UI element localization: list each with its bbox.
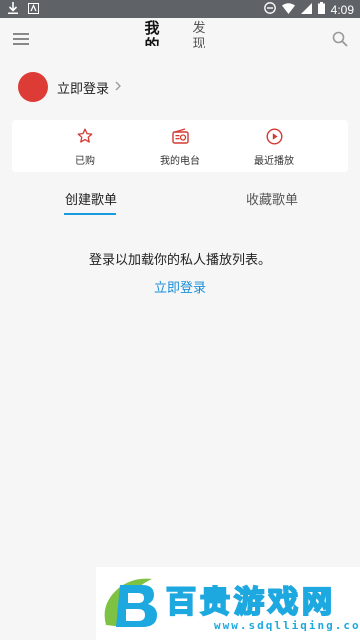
quick-label-my-radio: 我的电台 [160,156,200,167]
search-icon[interactable] [332,31,348,47]
active-tab-indicator [64,213,116,215]
quick-item-my-radio[interactable]: 我的电台 [140,128,220,167]
battery-icon [317,2,325,17]
watermark-title: 百贵游戏网 [165,584,336,621]
minus-circle-icon [263,2,276,17]
quick-access-card: 已购 我的电台 最近播放 [12,120,348,172]
login-row[interactable]: 立即登录 [18,72,121,102]
quick-label-recent: 最近播放 [254,156,294,167]
quick-label-purchased: 已购 [75,156,95,167]
signal-icon [300,2,312,17]
status-time: 4:09 [330,2,354,17]
wifi-icon [281,2,295,17]
chevron-right-icon [115,78,121,96]
tab-find[interactable]: 发现 [192,20,206,48]
status-bar: 4:09 [0,0,360,18]
watermark-logo-icon [98,573,160,640]
watermark-url: www.sdqlliqing.com [214,619,360,632]
top-header: 我的 发现 [0,18,360,64]
tab-collected-playlists[interactable]: 收藏歌单 [246,189,298,208]
watermark: 百贵游戏网 www.sdqlliqing.com [96,567,360,640]
star-icon [45,128,125,146]
tab-created-playlists[interactable]: 创建歌单 [65,189,117,208]
quick-item-purchased[interactable]: 已购 [45,128,125,167]
app-notification-icon [28,2,39,17]
login-label: 立即登录 [57,80,110,96]
tab-me[interactable]: 我的 [144,20,160,46]
menu-icon[interactable] [13,33,29,47]
quick-item-recent[interactable]: 最近播放 [234,128,314,167]
play-circle-icon [234,128,314,146]
avatar[interactable] [18,72,48,102]
radio-icon [140,128,220,146]
login-link[interactable]: 立即登录 [0,277,360,296]
download-icon [8,2,18,17]
empty-state-message: 登录以加载你的私人播放列表。 [88,252,271,267]
